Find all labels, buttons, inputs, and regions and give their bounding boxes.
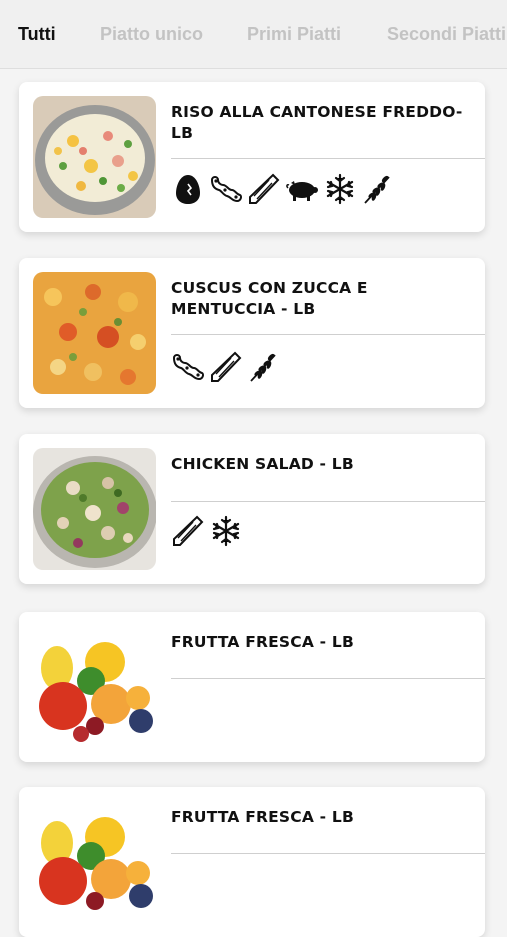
dish-image-fruit: [33, 801, 156, 923]
dish-title: FRUTTA FRESCA - LB: [171, 633, 354, 651]
frozen-icon: [326, 173, 354, 205]
tab-tutti[interactable]: Tutti: [18, 24, 56, 45]
soy-icon: [210, 176, 242, 203]
dish-card[interactable]: RISO ALLA CANTONESE FREDDO-LB: [19, 82, 485, 232]
category-tabs: Tutti Piatto unico Primi Piatti Secondi …: [0, 0, 507, 69]
divider: [171, 678, 485, 679]
celery-icon: [173, 515, 204, 546]
dish-image-couscous: [33, 272, 156, 394]
dish-card[interactable]: FRUTTA FRESCA - LB: [19, 787, 485, 937]
dish-card[interactable]: FRUTTA FRESCA - LB: [19, 612, 485, 762]
frozen-icon: [212, 515, 240, 547]
divider: [171, 334, 485, 335]
tab-primi-piatti[interactable]: Primi Piatti: [247, 24, 341, 45]
gluten-icon: [250, 353, 276, 382]
dish-image-rice-salad: [33, 96, 156, 218]
tab-secondi-piatti[interactable]: Secondi Piatti: [387, 24, 506, 45]
soy-icon: [172, 354, 204, 381]
dish-card[interactable]: CUSCUS CON ZUCCA E MENTUCCIA - LB: [19, 258, 485, 408]
divider: [171, 158, 485, 159]
dish-image-chicken-salad: [33, 448, 156, 570]
allergen-icons: [171, 350, 281, 384]
dish-title: FRUTTA FRESCA - LB: [171, 808, 354, 826]
dish-title: CUSCUS CON ZUCCA E MENTUCCIA - LB: [171, 279, 368, 318]
dish-card[interactable]: CHICKEN SALAD - LB: [19, 434, 485, 584]
allergen-icons: [171, 172, 395, 206]
divider: [171, 853, 485, 854]
celery-icon: [211, 351, 242, 382]
dish-title: CHICKEN SALAD - LB: [171, 455, 354, 473]
pork-icon: [286, 181, 318, 201]
tab-piatto-unico[interactable]: Piatto unico: [100, 24, 203, 45]
dish-title: RISO ALLA CANTONESE FREDDO-LB: [171, 103, 463, 142]
divider: [171, 501, 485, 502]
dish-image-fruit: [33, 626, 156, 748]
allergen-icons: [171, 514, 243, 548]
gluten-icon: [364, 175, 390, 204]
celery-icon: [249, 173, 280, 204]
egg-icon: [176, 175, 200, 204]
